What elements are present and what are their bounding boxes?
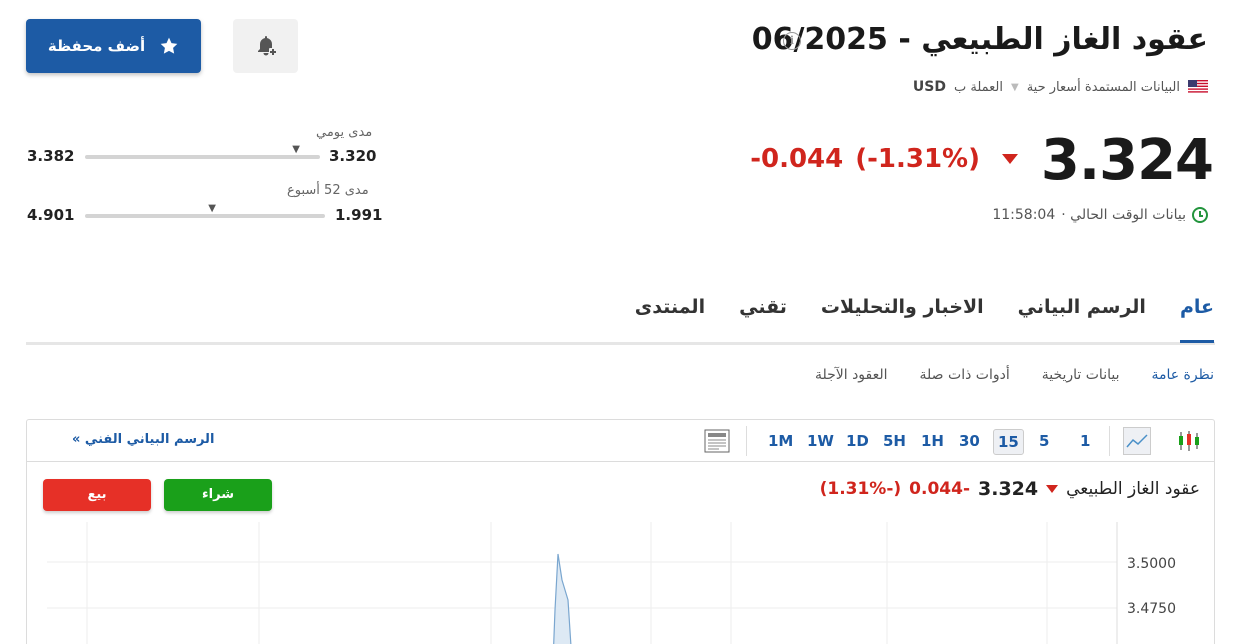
timeframe-5[interactable]: 5 [1035,429,1053,453]
y-tick-label: 3.4750 [1127,601,1176,617]
down-arrow-icon [1002,154,1018,164]
change-value: -0.044 [750,144,844,174]
subtab-futures-contracts[interactable]: العقود الآجلة [815,367,888,383]
currency-value: USD [912,79,946,95]
us-flag-icon [1188,80,1208,94]
clock-icon [1192,207,1208,223]
bell-plus-icon [257,36,277,56]
timeframe-15[interactable]: 15 [993,429,1024,455]
daily-range-marker: ▼ [292,144,300,155]
daily-range-label: مدى يومي [316,125,373,140]
time-row: بيانات الوقت الحالي · 11:58:04 [992,207,1208,223]
time-label: بيانات الوقت الحالي · [1061,207,1186,223]
chart-widget: 1 5 15 30 1H 5H 1D 1W 1M الرسم البياني ا… [26,419,1215,644]
y-tick-label: 3.5000 [1127,556,1176,572]
price-change: -0.044 (-1.31%) [750,144,1018,174]
timeframe-1w[interactable]: 1W [803,429,838,453]
timeframe-1[interactable]: 1 [1076,429,1094,453]
week52-range-marker: ▼ [208,203,216,214]
main-tabs: عام الرسم البياني الاخبار والتحليلات تقن… [635,296,1214,343]
data-source-row: البيانات المستمدة أسعار حية ▼ العملة ب U… [913,79,1208,95]
timeframe-1d[interactable]: 1D [842,429,873,453]
chart-grid [47,522,1117,644]
tab-chart[interactable]: الرسم البياني [1018,296,1146,343]
sub-tabs: نظرة عامة بيانات تاريخية أدوات ذات صلة ا… [815,367,1214,383]
add-portfolio-label: أضف محفظة [47,37,146,55]
chart-toolbar: 1 5 15 30 1H 5H 1D 1W 1M الرسم البياني ا… [27,420,1214,462]
page-title: عقود الغاز الطبيعي - 06/2025 [751,22,1208,57]
candlestick-icon[interactable] [1177,430,1201,452]
toolbar-separator [1109,426,1110,456]
price-area-series [553,553,572,644]
price-chart[interactable] [27,462,1215,644]
daily-range-low: 3.320 [329,147,377,165]
week52-range-label: مدى 52 أسبوع [287,183,369,198]
newspaper-icon[interactable] [703,427,731,455]
advanced-chart-link[interactable]: الرسم البياني الفني » [72,432,214,447]
info-icon[interactable]: i [783,32,801,50]
area-chart-icon[interactable] [1123,427,1151,455]
timeframe-1h[interactable]: 1H [917,429,948,453]
daily-range-bar [85,155,320,159]
timeframe-1m[interactable]: 1M [764,429,797,453]
timeframe-30[interactable]: 30 [955,429,984,453]
subtab-related-instruments[interactable]: أدوات ذات صلة [920,367,1010,383]
subtab-historical-data[interactable]: بيانات تاريخية [1042,367,1120,383]
tab-technical[interactable]: تقني [739,296,787,343]
star-icon [160,37,178,54]
data-source-label: البيانات المستمدة أسعار حية [1026,79,1180,95]
week52-range-bar [85,214,325,218]
caret-down-icon[interactable]: ▼ [1011,82,1019,93]
subtab-overview[interactable]: نظرة عامة [1151,367,1214,383]
change-percent: (-1.31%) [855,144,980,174]
daily-range-high: 3.382 [27,147,75,165]
currency-label: العملة ب [953,79,1003,95]
tab-news-analysis[interactable]: الاخبار والتحليلات [821,296,984,343]
time-value: 11:58:04 [992,207,1056,223]
add-portfolio-button[interactable]: أضف محفظة [26,19,201,73]
last-price: 3.324 [1040,128,1214,193]
alert-bell-button[interactable] [233,19,298,73]
week52-range-low: 1.991 [335,206,383,224]
week52-range-high: 4.901 [27,206,75,224]
tab-forum[interactable]: المنتدى [635,296,705,343]
toolbar-separator [746,426,747,456]
tab-general[interactable]: عام [1179,296,1214,343]
timeframe-5h[interactable]: 5H [879,429,910,453]
